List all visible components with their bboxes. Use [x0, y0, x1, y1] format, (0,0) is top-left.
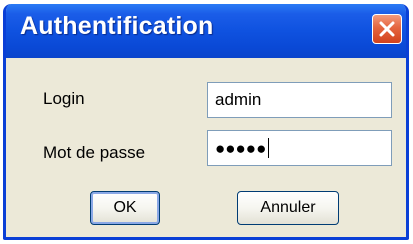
- login-label: Login: [43, 89, 85, 108]
- login-value: admin: [215, 90, 262, 109]
- close-icon: [373, 15, 401, 43]
- text-caret: [268, 138, 270, 158]
- close-button[interactable]: [372, 14, 402, 44]
- title-bar[interactable]: Authentification: [6, 4, 406, 58]
- auth-dialog: Authentification Login admin Mot de pass…: [3, 4, 409, 240]
- dialog-title: Authentification: [20, 12, 214, 40]
- password-label: Mot de passe: [43, 143, 146, 162]
- cancel-button[interactable]: Annuler: [237, 191, 339, 225]
- password-value: ●●●●●: [215, 139, 267, 158]
- password-input[interactable]: ●●●●●: [207, 130, 392, 166]
- ok-button[interactable]: OK: [90, 191, 160, 225]
- login-input[interactable]: admin: [207, 82, 392, 118]
- dialog-body: Login admin Mot de passe ●●●●● OK Annule…: [6, 58, 406, 237]
